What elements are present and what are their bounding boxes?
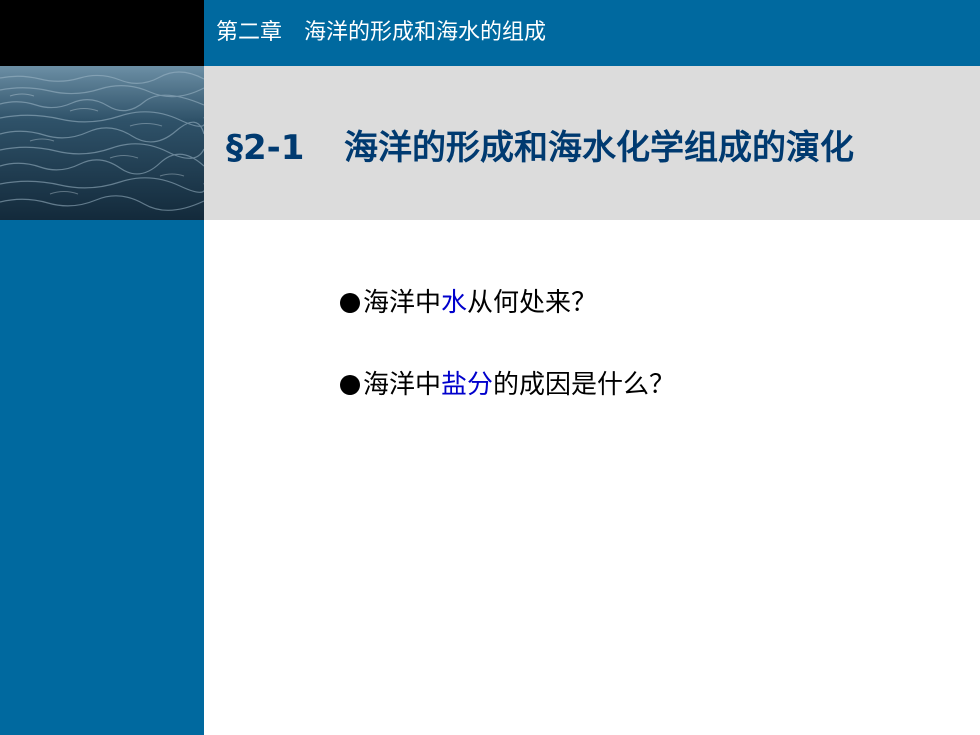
ocean-waves-image — [0, 66, 204, 220]
bullet-item-water-origin: 海洋中水从何处来？ — [340, 283, 940, 323]
corner-block — [0, 0, 204, 66]
question-mark: ？ — [571, 288, 598, 318]
title-band: §2-1 海洋的形成和海水化学组成的演化 — [204, 66, 980, 220]
section-number: §2-1 — [226, 128, 305, 168]
bullet-highlight: 水 — [441, 288, 468, 318]
section-title: §2-1 海洋的形成和海水化学组成的演化 — [226, 128, 854, 168]
bullet-item-salt-origin: 海洋中盐分的成因是什么？ — [340, 365, 940, 405]
bullet-text-post: 从何处来 — [467, 288, 572, 318]
bullet-text-pre: 海洋中 — [363, 370, 442, 400]
chapter-title: 第二章 海洋的形成和海水的组成 — [216, 20, 547, 45]
filled-circle-icon — [340, 375, 360, 395]
top-header-bar: 第二章 海洋的形成和海水的组成 — [204, 0, 980, 66]
section-title-text: 海洋的形成和海水化学组成的演化 — [344, 128, 854, 168]
filled-circle-icon — [340, 293, 360, 313]
question-mark: ？ — [649, 370, 676, 400]
bullet-text-pre: 海洋中 — [363, 288, 442, 318]
bullet-list: 海洋中水从何处来？ 海洋中盐分的成因是什么？ — [340, 283, 940, 447]
bullet-text-post: 的成因是什么 — [493, 370, 650, 400]
bullet-highlight: 盐分 — [441, 370, 494, 400]
